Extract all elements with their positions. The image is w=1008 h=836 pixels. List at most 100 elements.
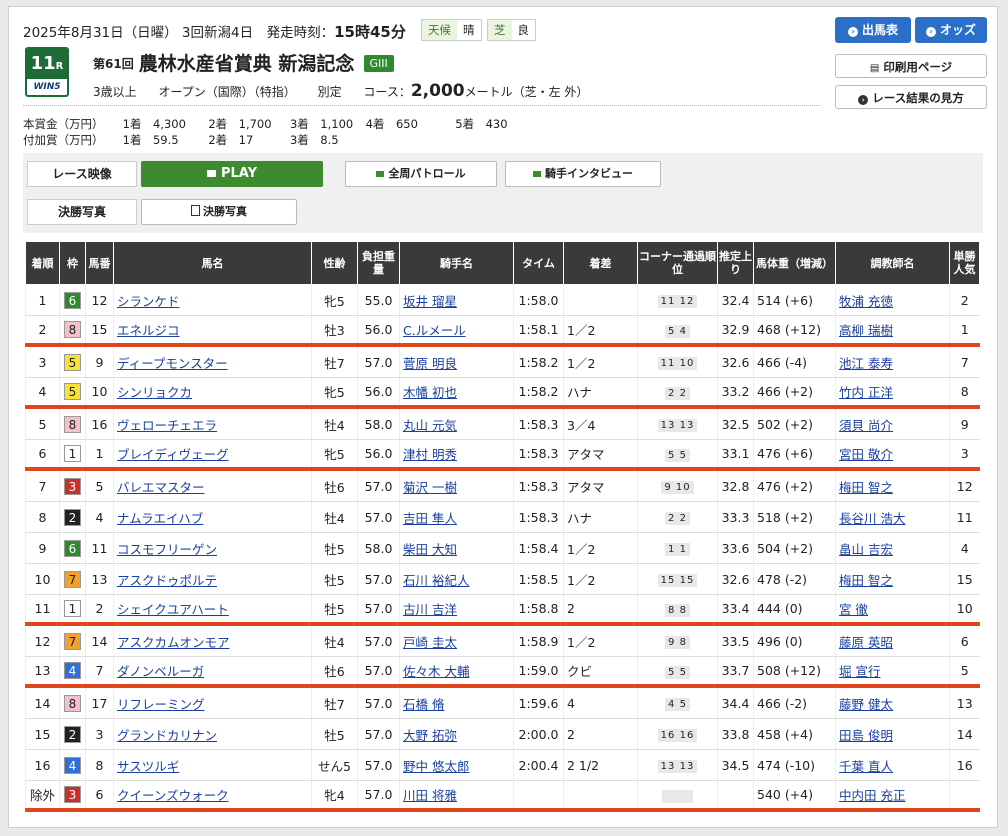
jockey-link[interactable]: 佐々木 大輔 [403,664,469,679]
jockey-link[interactable]: 木幡 初也 [403,385,457,400]
jockey-link[interactable]: 丸山 元気 [403,418,457,433]
trainer-link[interactable]: 梅田 智之 [839,573,893,588]
result-guide-button[interactable]: › レース結果の見方 [835,85,987,109]
odds-button[interactable]: › オッズ [915,17,987,43]
trainer-link[interactable]: 堀 宣行 [839,664,880,679]
horse-name-link[interactable]: ダノンベルーガ [117,664,204,679]
jockey-cell[interactable]: 菅原 明良 [399,345,514,378]
jockey-link[interactable]: 古川 吉洋 [403,602,457,617]
trainer-cell[interactable]: 池江 泰寿 [835,345,950,378]
print-page-button[interactable]: ▤ 印刷用ページ [835,54,987,78]
jockey-link[interactable]: 石橋 脩 [403,697,444,712]
jockey-cell[interactable]: 吉田 隼人 [399,501,514,533]
jockey-cell[interactable]: 佐々木 大輔 [399,656,514,688]
horse-name-link[interactable]: ヴェローチェエラ [117,418,217,433]
trainer-cell[interactable]: 牧浦 充徳 [835,284,950,316]
horse-name-cell[interactable]: シンリョクカ [113,377,312,409]
trainer-link[interactable]: 宮 徹 [839,602,868,617]
horse-name-link[interactable]: エネルジコ [117,323,180,338]
trainer-link[interactable]: 長谷川 浩大 [839,511,905,526]
horse-name-cell[interactable]: コスモフリーゲン [113,532,312,564]
horse-name-cell[interactable]: ナムラエイハブ [113,501,312,533]
jockey-cell[interactable]: 野中 悠太郎 [399,749,514,781]
trainer-link[interactable]: 畠山 吉宏 [839,542,893,557]
trainer-link[interactable]: 牧浦 充徳 [839,294,893,309]
interview-video-button[interactable]: 騎手インタビュー [505,161,661,187]
horse-name-cell[interactable]: シランケド [113,284,312,316]
horse-name-cell[interactable]: バレエマスター [113,469,312,502]
jockey-cell[interactable]: 菊沢 一樹 [399,469,514,502]
trainer-link[interactable]: 梅田 智之 [839,480,893,495]
jockey-cell[interactable]: 津村 明秀 [399,439,514,471]
horse-name-link[interactable]: コスモフリーゲン [117,542,217,557]
horse-name-link[interactable]: バレエマスター [117,480,205,495]
jockey-link[interactable]: 坂井 瑠星 [403,294,457,309]
finish-photo-button[interactable]: 決勝写真 [141,199,297,225]
jockey-cell[interactable]: 柴田 大知 [399,532,514,564]
horse-name-link[interactable]: クイーンズウォーク [117,788,229,803]
trainer-link[interactable]: 藤原 英昭 [839,635,893,650]
trainer-cell[interactable]: 梅田 智之 [835,469,950,502]
trainer-cell[interactable]: 長谷川 浩大 [835,501,950,533]
horse-name-cell[interactable]: ヴェローチェエラ [113,407,312,440]
jockey-link[interactable]: 柴田 大知 [403,542,457,557]
trainer-link[interactable]: 藤野 健太 [839,697,893,712]
jockey-link[interactable]: 戸崎 圭太 [403,635,457,650]
jockey-cell[interactable]: 戸崎 圭太 [399,624,514,657]
jockey-cell[interactable]: 丸山 元気 [399,407,514,440]
trainer-cell[interactable]: 中内田 充正 [835,780,950,812]
play-button[interactable]: PLAY [141,161,323,187]
jockey-cell[interactable]: 坂井 瑠星 [399,284,514,316]
jockey-link[interactable]: 石川 裕紀人 [403,573,469,588]
trainer-cell[interactable]: 堀 宣行 [835,656,950,688]
horse-name-cell[interactable]: グランドカリナン [113,718,312,750]
horse-name-cell[interactable]: ディープモンスター [113,345,312,378]
trainer-link[interactable]: 田島 俊明 [839,728,893,743]
trainer-link[interactable]: 池江 泰寿 [839,356,893,371]
horse-name-cell[interactable]: シェイクユアハート [113,594,312,626]
horse-name-link[interactable]: シランケド [117,294,180,309]
jockey-link[interactable]: 大野 拓弥 [403,728,457,743]
horse-name-link[interactable]: アスクドゥポルテ [117,573,217,588]
jockey-cell[interactable]: 石橋 脩 [399,686,514,719]
horse-name-link[interactable]: リフレーミング [117,697,205,712]
trainer-cell[interactable]: 千葉 直人 [835,749,950,781]
patrol-video-button[interactable]: 全周パトロール [345,161,497,187]
trainer-cell[interactable]: 宮田 敬介 [835,439,950,471]
horse-name-cell[interactable]: ダノンベルーガ [113,656,312,688]
jockey-link[interactable]: 吉田 隼人 [403,511,457,526]
jockey-cell[interactable]: 川田 将雅 [399,780,514,812]
trainer-cell[interactable]: 須貝 尚介 [835,407,950,440]
trainer-cell[interactable]: 藤原 英昭 [835,624,950,657]
horse-name-cell[interactable]: サスツルギ [113,749,312,781]
horse-name-cell[interactable]: クイーンズウォーク [113,780,312,812]
trainer-link[interactable]: 宮田 敬介 [839,447,893,462]
trainer-cell[interactable]: 宮 徹 [835,594,950,626]
horse-name-link[interactable]: グランドカリナン [117,728,217,743]
jockey-cell[interactable]: 石川 裕紀人 [399,563,514,595]
horse-name-cell[interactable]: アスクドゥポルテ [113,563,312,595]
horse-name-link[interactable]: シェイクユアハート [117,602,229,617]
jockey-link[interactable]: 野中 悠太郎 [403,759,469,774]
trainer-cell[interactable]: 梅田 智之 [835,563,950,595]
trainer-link[interactable]: 竹内 正洋 [839,385,893,400]
trainer-link[interactable]: 高柳 瑞樹 [839,323,893,338]
horse-name-cell[interactable]: エネルジコ [113,315,312,347]
trainer-cell[interactable]: 田島 俊明 [835,718,950,750]
horse-name-cell[interactable]: リフレーミング [113,686,312,719]
horse-name-link[interactable]: ナムラエイハブ [117,511,203,526]
jockey-link[interactable]: 菅原 明良 [403,356,457,371]
trainer-link[interactable]: 中内田 充正 [839,788,905,803]
horse-name-link[interactable]: ブレイディヴェーグ [117,447,229,462]
horse-name-link[interactable]: ディープモンスター [117,356,228,371]
jockey-cell[interactable]: 大野 拓弥 [399,718,514,750]
horse-name-cell[interactable]: アスクカムオンモア [113,624,312,657]
trainer-link[interactable]: 千葉 直人 [839,759,893,774]
horse-name-cell[interactable]: ブレイディヴェーグ [113,439,312,471]
horse-name-link[interactable]: シンリョクカ [117,385,192,400]
trainer-cell[interactable]: 畠山 吉宏 [835,532,950,564]
trainer-cell[interactable]: 高柳 瑞樹 [835,315,950,347]
jockey-link[interactable]: 菊沢 一樹 [403,480,457,495]
jockey-link[interactable]: C.ルメール [403,323,466,338]
jockey-link[interactable]: 津村 明秀 [403,447,457,462]
